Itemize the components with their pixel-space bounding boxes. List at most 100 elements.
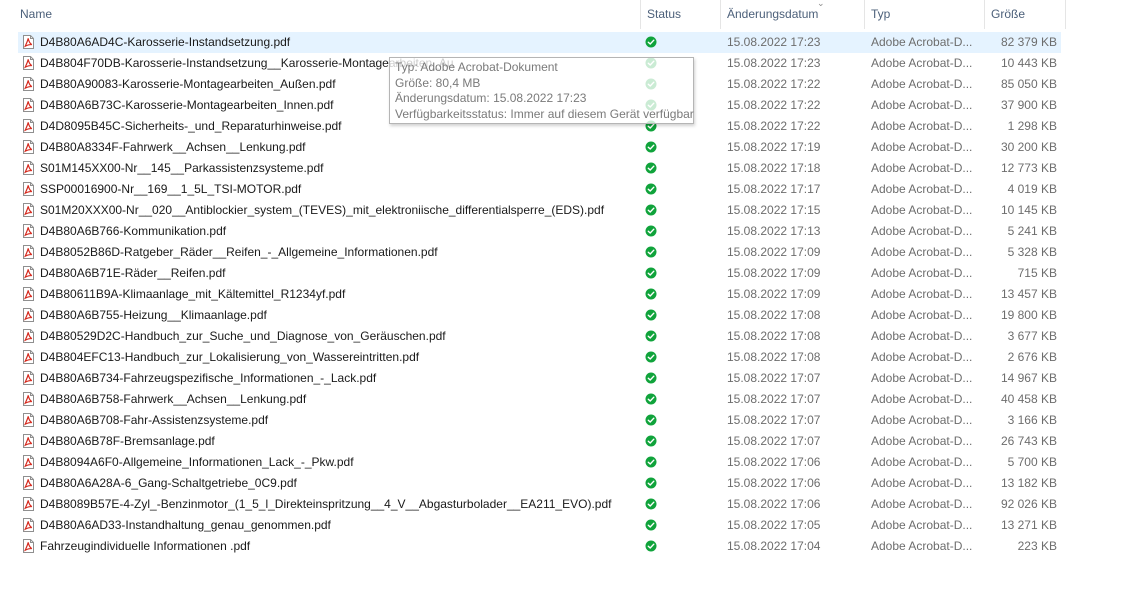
available-check-icon: [645, 267, 657, 279]
file-date: 15.08.2022 17:17: [727, 182, 821, 196]
column-header-date[interactable]: Änderungsdatum: [727, 0, 818, 29]
file-row[interactable]: D4B80A6B708-Fahr-Assistenzsysteme.pdf 15.…: [18, 410, 1061, 431]
file-row[interactable]: D4B8094A6F0-Allgemeine_Informationen_Lac…: [18, 452, 1061, 473]
column-divider[interactable]: [1065, 0, 1066, 29]
file-name: D4B80A6B766-Kommunikation.pdf: [40, 224, 227, 238]
file-row[interactable]: D4B80A6B758-Fahrwerk__Achsen__Lenkung.pd…: [18, 389, 1061, 410]
file-row[interactable]: D4B8089B57E-4-Zyl_-Benzinmotor_(1_5_l_Di…: [18, 494, 1061, 515]
file-size: 30 200 KB: [1000, 140, 1057, 154]
file-type: Adobe Acrobat-D...: [871, 140, 973, 154]
file-row[interactable]: D4B80A6B78F-Bremsanlage.pdf 15.08.2022 17…: [18, 431, 1061, 452]
file-name: D4B8089B57E-4-Zyl_-Benzinmotor_(1_5_l_Di…: [40, 497, 612, 511]
pdf-file-icon: [23, 182, 34, 196]
pdf-file-icon: [23, 413, 34, 427]
file-size: 3 677 KB: [1007, 329, 1057, 343]
file-name: Fahrzeugindividuelle Informationen .pdf: [40, 539, 251, 553]
file-size: 5 700 KB: [1007, 455, 1057, 469]
pdf-file-icon: [23, 161, 34, 175]
file-row[interactable]: SSP00016900-Nr__169__1_5L_TSI-MOTOR.pdf 1…: [18, 179, 1061, 200]
pdf-file-icon: [23, 245, 34, 259]
file-name: S01M145XX00-Nr__145__Parkassistenzsystem…: [40, 161, 324, 175]
pdf-file-icon: [23, 266, 34, 280]
file-type: Adobe Acrobat-D...: [871, 98, 973, 112]
file-name: D4B80A6B734-Fahrzeugspezifische_Informat…: [40, 371, 377, 385]
file-date: 15.08.2022 17:07: [727, 371, 821, 385]
file-name: SSP00016900-Nr__169__1_5L_TSI-MOTOR.pdf: [40, 182, 302, 196]
file-row[interactable]: D4B80A6B734-Fahrzeugspezifische_Informat…: [18, 368, 1061, 389]
file-type: Adobe Acrobat-D...: [871, 161, 973, 175]
pdf-file-icon: [23, 119, 34, 133]
file-row[interactable]: D4B8052B86D-Ratgeber_Räder__Reifen_-_All…: [18, 242, 1061, 263]
available-check-icon: [645, 330, 657, 342]
file-type: Adobe Acrobat-D...: [871, 77, 973, 91]
file-name: D4B80611B9A-Klimaanlage_mit_Kältemittel_…: [40, 287, 346, 301]
file-name: D4B80A90083-Karosserie-Montagearbeiten_A…: [40, 77, 336, 91]
file-date: 15.08.2022 17:05: [727, 518, 821, 532]
pdf-file-icon: [23, 329, 34, 343]
file-row[interactable]: S01M145XX00-Nr__145__Parkassistenzsystem…: [18, 158, 1061, 179]
file-name: D4B80A6B758-Fahrwerk__Achsen__Lenkung.pd…: [40, 392, 307, 406]
column-divider[interactable]: [984, 0, 985, 29]
file-size: 10 145 KB: [1000, 203, 1057, 217]
available-check-icon: [645, 288, 657, 300]
pdf-file-icon: [23, 35, 34, 49]
file-row[interactable]: S01M20XXX00-Nr__020__Antiblockier_system…: [18, 200, 1061, 221]
pdf-file-icon: [23, 308, 34, 322]
file-date: 15.08.2022 17:06: [727, 497, 821, 511]
file-row[interactable]: Fahrzeugindividuelle Informationen .pdf 1…: [18, 536, 1061, 557]
column-divider[interactable]: [640, 0, 641, 29]
file-name: D4B80A6A28A-6_Gang-Schaltgetriebe_0C9.pd…: [40, 476, 297, 490]
file-size: 37 900 KB: [1000, 98, 1057, 112]
file-date: 15.08.2022 17:23: [727, 56, 821, 70]
file-name: D4B80529D2C-Handbuch_zur_Suche_und_Diagn…: [40, 329, 446, 343]
file-type: Adobe Acrobat-D...: [871, 539, 973, 553]
file-row[interactable]: D4B80A6B71E-Räder__Reifen.pdf 15.08.2022 …: [18, 263, 1061, 284]
file-size: 223 KB: [1017, 539, 1057, 553]
file-date: 15.08.2022 17:09: [727, 266, 821, 280]
file-size: 1 298 KB: [1007, 119, 1057, 133]
pdf-file-icon: [23, 539, 34, 553]
file-row[interactable]: D4B80A6B755-Heizung__Klimaanlage.pdf 15.0…: [18, 305, 1061, 326]
file-row[interactable]: D4B80529D2C-Handbuch_zur_Suche_und_Diagn…: [18, 326, 1061, 347]
file-date: 15.08.2022 17:08: [727, 350, 821, 364]
file-size: 3 166 KB: [1007, 413, 1057, 427]
file-name: D4B80A6AD4C-Karosserie-Instandsetzung.pd…: [40, 35, 291, 49]
tooltip-size: Größe: 80,4 MB: [395, 75, 481, 90]
file-row[interactable]: D4B80A6A28A-6_Gang-Schaltgetriebe_0C9.pd…: [18, 473, 1061, 494]
column-header-size[interactable]: Größe: [991, 0, 1025, 29]
file-date: 15.08.2022 17:08: [727, 329, 821, 343]
column-header-name[interactable]: Name: [20, 0, 52, 29]
file-row[interactable]: D4B80A6B766-Kommunikation.pdf 15.08.2022 …: [18, 221, 1061, 242]
file-info-tooltip: Typ: Adobe Acrobat-Dokument Größe: 80,4 …: [389, 57, 694, 124]
file-row[interactable]: D4B80A6AD4C-Karosserie-Instandsetzung.pd…: [18, 32, 1061, 53]
file-name: D4B80A6B708-Fahr-Assistenzsysteme.pdf: [40, 413, 269, 427]
available-check-icon: [645, 372, 657, 384]
file-type: Adobe Acrobat-D...: [871, 371, 973, 385]
file-size: 26 743 KB: [1000, 434, 1057, 448]
file-size: 85 050 KB: [1000, 77, 1057, 91]
file-type: Adobe Acrobat-D...: [871, 35, 973, 49]
file-type: Adobe Acrobat-D...: [871, 455, 973, 469]
tooltip-status: Verfügbarkeitsstatus: Immer auf diesem G…: [395, 106, 694, 121]
file-row[interactable]: D4B80A6AD33-Instandhaltung_genau_genomme…: [18, 515, 1061, 536]
file-name: D4B80A6B71E-Räder__Reifen.pdf: [40, 266, 226, 280]
file-size: 4 019 KB: [1007, 182, 1057, 196]
pdf-file-icon: [23, 518, 34, 532]
pdf-file-icon: [23, 497, 34, 511]
file-size: 19 800 KB: [1000, 308, 1057, 322]
file-size: 13 271 KB: [1000, 518, 1057, 532]
available-check-icon: [645, 498, 657, 510]
column-header-type[interactable]: Typ: [871, 0, 890, 29]
column-divider[interactable]: [864, 0, 865, 29]
file-type: Adobe Acrobat-D...: [871, 497, 973, 511]
tooltip-date: Änderungsdatum: 15.08.2022 17:23: [395, 91, 587, 105]
file-row[interactable]: D4B804EFC13-Handbuch_zur_Lokalisierung_v…: [18, 347, 1061, 368]
file-row[interactable]: D4B80611B9A-Klimaanlage_mit_Kältemittel_…: [18, 284, 1061, 305]
column-header-bar: Name Status ⌄ Änderungsdatum Typ Größe: [0, 0, 1130, 29]
pdf-file-icon: [23, 203, 34, 217]
file-row[interactable]: D4B80A8334F-Fahrwerk__Achsen__Lenkung.pd…: [18, 137, 1061, 158]
column-header-status[interactable]: Status: [647, 0, 681, 29]
file-size: 13 457 KB: [1000, 287, 1057, 301]
file-name: D4B804EFC13-Handbuch_zur_Lokalisierung_v…: [40, 350, 420, 364]
column-divider[interactable]: [720, 0, 721, 29]
